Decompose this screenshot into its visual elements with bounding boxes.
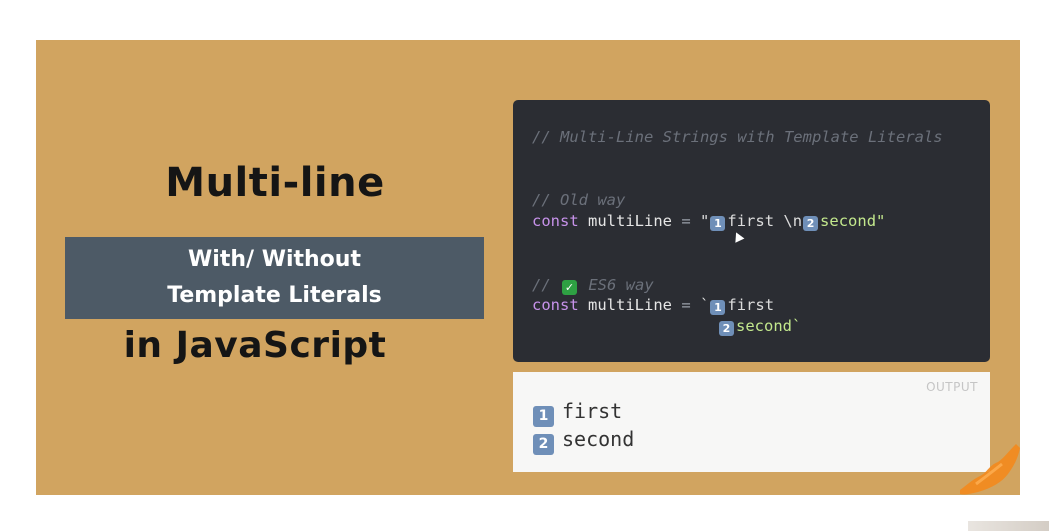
string-second: second" [820, 212, 886, 230]
subtitle-line-1: With/ Without [188, 247, 361, 272]
subtitle-band: With/ Without Template Literals [65, 237, 484, 319]
string-first: first [727, 296, 775, 314]
keyword-const: const [532, 296, 579, 314]
slide-title-top: Multi-line [165, 160, 385, 206]
code-comment-es6-way: // ✓ ES6 way [532, 275, 654, 295]
string-quote-open: " [700, 212, 710, 230]
operator-equals: = [681, 212, 691, 230]
output-panel: OUTPUT 1 first 2 second [513, 372, 990, 472]
output-text-second: second [562, 427, 635, 451]
keyword-const: const [532, 212, 579, 230]
string-first-newline: first \n [727, 212, 803, 230]
code-line-old-way: const multiLine = " 1 first \n 2 second" [532, 211, 885, 231]
comment-es6-text: ES6 way [579, 276, 654, 294]
keycap-two-icon: 2 [803, 216, 819, 231]
output-line-1: 1 first [532, 398, 622, 427]
operator-equals: = [681, 296, 691, 314]
code-line-es6-second: 2 second` [718, 316, 801, 336]
output-text-first: first [562, 399, 623, 423]
string-second-backtick: second` [736, 317, 802, 335]
keycap-two-icon: 2 [719, 321, 734, 336]
output-line-2: 2 second [532, 426, 634, 455]
keycap-one-icon: 1 [710, 300, 726, 315]
subtitle-line-2: Template Literals [167, 283, 382, 308]
code-editor-panel: // Multi-Line Strings with Template Lite… [513, 100, 990, 362]
identifier-multiline: multiLine [588, 212, 673, 230]
keycap-one-icon: 1 [710, 216, 726, 231]
slide-title-bottom: in JavaScript [123, 325, 387, 366]
code-comment-header: // Multi-Line Strings with Template Lite… [532, 128, 943, 146]
paint-brush-stroke-icon [960, 444, 1020, 495]
comment-slashes: // [532, 276, 551, 294]
check-mark-button-icon: ✓ [562, 280, 578, 295]
corner-shadow [968, 521, 1049, 531]
backtick-open: ` [700, 296, 710, 314]
keycap-one-icon: 1 [533, 406, 554, 427]
code-line-es6-first: const multiLine = ` 1 first [532, 295, 774, 315]
code-comment-old-way: // Old way [532, 191, 626, 209]
output-label: OUTPUT [926, 380, 978, 394]
identifier-multiline: multiLine [588, 296, 673, 314]
keycap-two-icon: 2 [533, 434, 554, 455]
